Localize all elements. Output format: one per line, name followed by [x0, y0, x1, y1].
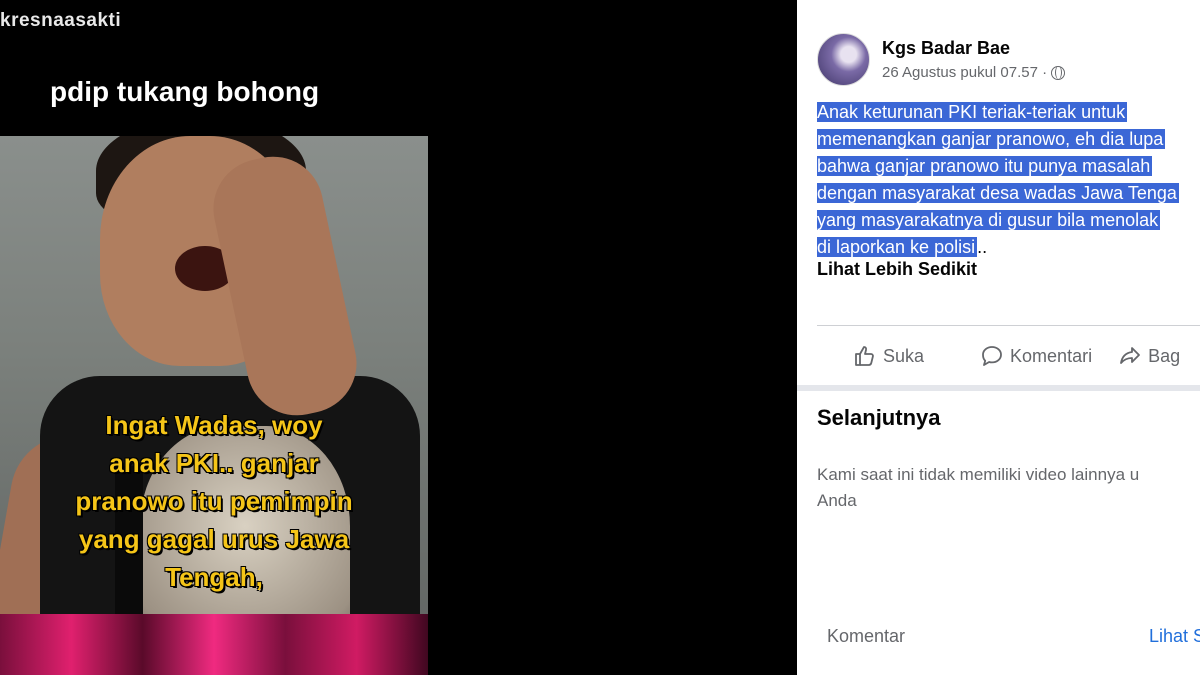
post-text-line: dengan masyarakat desa wadas Jawa Tenga	[817, 183, 1179, 203]
video-overlay-text: Ingat Wadas, woy anak PKI.. ganjar prano…	[0, 406, 428, 596]
post-text: Anak keturunan PKI teriak-teriak untuk m…	[817, 99, 1200, 261]
screen: kresnaasakti pdip tukang bohong Ingat Wa…	[0, 0, 1200, 675]
like-button[interactable]: Suka	[853, 344, 924, 368]
frame-stage-lights	[0, 614, 428, 675]
no-videos-message: Kami saat ini tidak memiliki video lainn…	[817, 462, 1200, 514]
overlay-line: Tengah,	[165, 562, 263, 592]
post-text-line: di laporkan ke polisi..	[817, 237, 988, 257]
overlay-line: anak PKI.. ganjar	[109, 448, 319, 478]
message-line: Kami saat ini tidak memiliki video lainn…	[817, 465, 1140, 484]
post-text-line: yang masyarakatnya di gusur bila menolak	[817, 210, 1161, 230]
post-header: Kgs Badar Bae 26 Agustus pukul 07.57 ·	[817, 33, 1066, 86]
post-timestamp[interactable]: 26 Agustus pukul 07.57 ·	[882, 64, 1047, 81]
divider	[817, 325, 1200, 326]
like-label: Suka	[883, 345, 925, 366]
share-button[interactable]: Bag	[1118, 344, 1180, 368]
post-sidebar: Kgs Badar Bae 26 Agustus pukul 07.57 · A…	[797, 0, 1200, 675]
video-player[interactable]: kresnaasakti pdip tukang bohong Ingat Wa…	[0, 0, 797, 675]
next-videos-title: Selanjutnya	[817, 405, 941, 430]
video-caption: pdip tukang bohong	[50, 76, 320, 107]
video-watermark: kresnaasakti	[0, 10, 122, 31]
globe-icon	[1051, 65, 1066, 80]
see-less-link[interactable]: Lihat Lebih Sedikit	[817, 259, 977, 280]
overlay-line: pranowo itu pemimpin	[75, 486, 353, 516]
thumbs-up-icon	[855, 346, 874, 366]
comment-icon	[982, 346, 1002, 366]
message-line: Anda	[817, 491, 857, 510]
comment-label: Komentari	[1010, 345, 1093, 366]
section-separator	[797, 385, 1200, 391]
post-text-line: memenangkan ganjar pranowo, eh dia lupa	[817, 129, 1166, 149]
comment-input[interactable]: Komentar	[827, 626, 905, 647]
share-label: Bag	[1148, 345, 1181, 366]
avatar[interactable]	[817, 33, 870, 86]
see-more-link[interactable]: Lihat S	[1149, 626, 1200, 647]
author-block: Kgs Badar Bae 26 Agustus pukul 07.57 ·	[882, 38, 1066, 81]
post-text-line: Anak keturunan PKI teriak-teriak untuk	[817, 102, 1128, 122]
author-name[interactable]: Kgs Badar Bae	[882, 38, 1065, 59]
video-frame[interactable]: Ingat Wadas, woy anak PKI.. ganjar prano…	[0, 136, 428, 675]
overlay-line: Ingat Wadas, woy	[105, 410, 323, 440]
action-bar: Suka Komentari Bag	[817, 340, 1200, 372]
share-arrow-icon	[1120, 347, 1140, 364]
comment-button[interactable]: Komentari	[980, 344, 1092, 368]
overlay-line: yang gagal urus Jawa	[78, 524, 350, 554]
post-meta: 26 Agustus pukul 07.57 ·	[882, 64, 1066, 81]
post-text-line: bahwa ganjar pranowo itu punya masalah	[817, 156, 1153, 176]
